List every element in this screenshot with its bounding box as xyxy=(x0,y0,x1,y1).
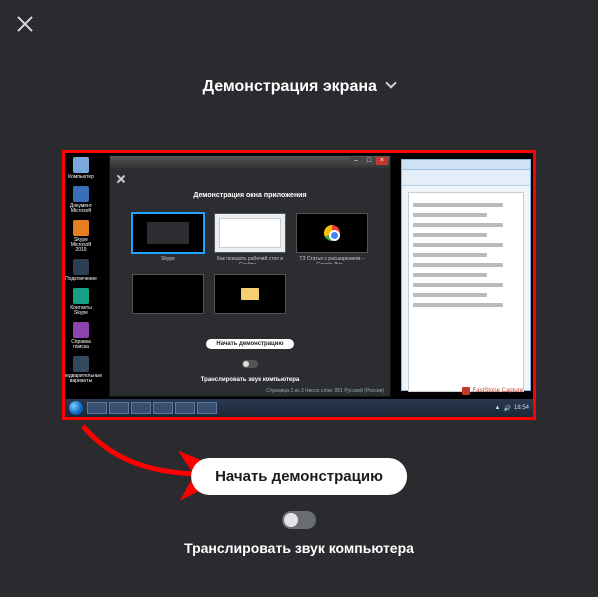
taskbar: ▲🔊 18:54 xyxy=(65,399,533,417)
inner-audio-label: Транслировать звук компьютера xyxy=(110,377,390,383)
inner-start-button: Начать демонстрацию xyxy=(206,339,293,349)
word-window xyxy=(401,159,531,391)
inner-audio-toggle xyxy=(242,360,258,368)
toggle-knob xyxy=(284,513,298,527)
maximize-icon: □ xyxy=(363,157,375,165)
window-thumbnail xyxy=(214,274,286,325)
close-icon[interactable] xyxy=(15,14,35,34)
window-thumbnail xyxy=(132,274,204,325)
screen-preview-selection[interactable]: Компьютер Документ Microsoft Skype Micro… xyxy=(62,150,536,420)
desktop-icon: Skype Microsoft 2019 xyxy=(69,220,93,253)
window-thumbnail: ТЗ Статья с расширением – Google Дис… xyxy=(296,213,368,264)
inner-modal-title: Демонстрация окна приложения xyxy=(110,192,390,199)
inner-statusbar: Страница 2 из 3 Число слов: 951 Русский … xyxy=(266,388,384,394)
faststone-icon xyxy=(462,387,470,395)
desktop-icon: Компьютер xyxy=(69,157,93,180)
desktop-icon: Подключение xyxy=(69,259,93,282)
desktop-icon: Справка поиска xyxy=(69,322,93,350)
desktop-icon: Документ Microsoft xyxy=(69,186,93,214)
inner-titlebar: – □ × xyxy=(110,156,390,168)
desktop-icons: Компьютер Документ Microsoft Skype Micro… xyxy=(69,157,93,384)
desktop-background: Компьютер Документ Microsoft Skype Micro… xyxy=(65,153,533,417)
start-sharing-button[interactable]: Начать демонстрацию xyxy=(191,458,407,495)
dialog-title: Демонстрация экрана xyxy=(203,78,377,95)
close-icon xyxy=(116,174,126,184)
window-thumbnail: Skype xyxy=(132,213,204,264)
chevron-down-icon xyxy=(386,77,397,88)
close-icon: × xyxy=(376,157,388,165)
desktop-icon: Контакты Skype xyxy=(69,288,93,316)
dialog-title-row[interactable]: Демонстрация экрана xyxy=(0,78,598,96)
audio-toggle-label: Транслировать звук компьютера xyxy=(0,540,598,556)
window-thumbnail-grid: Skype Как показать рабочий стол в Скайпе… xyxy=(110,213,390,325)
start-orb-icon xyxy=(69,401,83,415)
clock: 18:54 xyxy=(514,405,529,411)
faststone-widget: FastStone Capture xyxy=(462,387,523,395)
inner-skype-modal: – □ × Демонстрация окна приложения Skype… xyxy=(109,155,391,397)
audio-toggle[interactable] xyxy=(282,511,316,529)
screen-preview: Компьютер Документ Microsoft Skype Micro… xyxy=(65,153,533,417)
window-thumbnail: Как показать рабочий стол в Скайпе… xyxy=(214,213,286,264)
minimize-icon: – xyxy=(350,157,362,165)
desktop-icon: Предварительные варианты xyxy=(69,356,93,384)
system-tray: ▲🔊 18:54 xyxy=(495,405,529,412)
